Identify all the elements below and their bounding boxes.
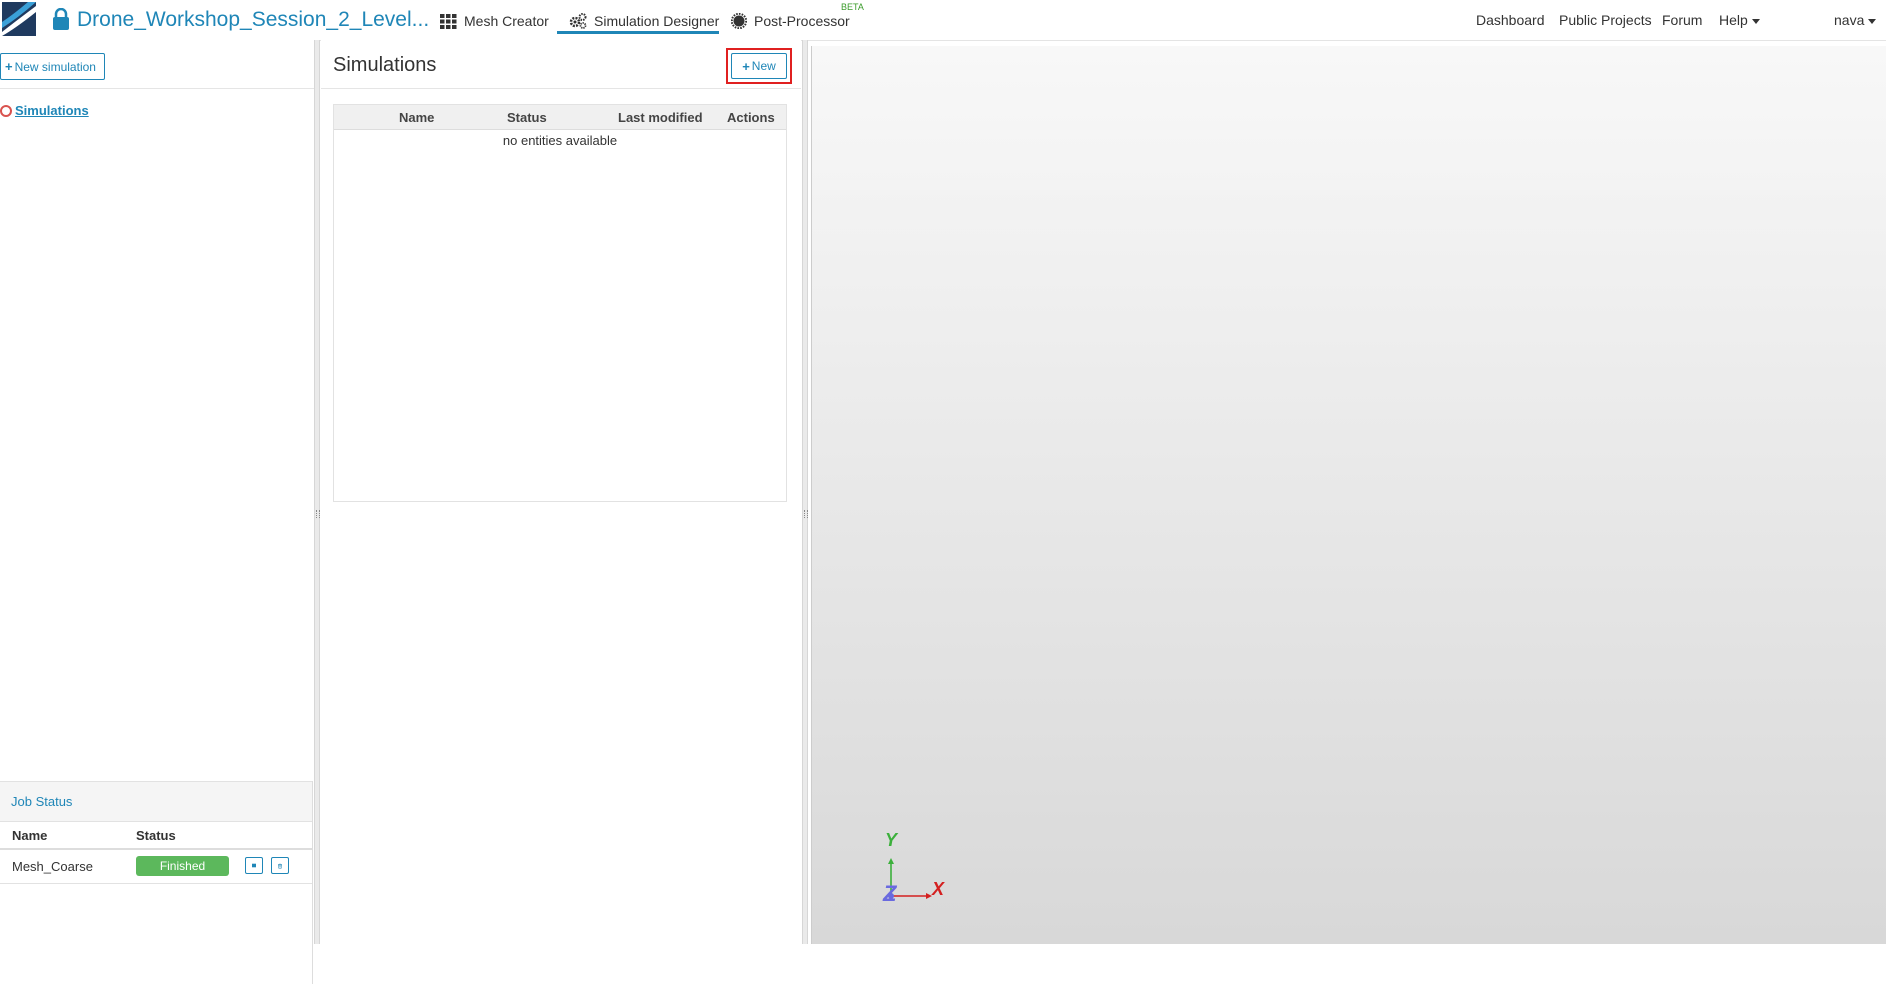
new-simulation-label: New simulation xyxy=(14,59,96,74)
page-title: Simulations xyxy=(333,54,437,76)
view-log-button[interactable] xyxy=(245,857,263,874)
left-splitter-handle[interactable] xyxy=(314,40,320,944)
job-status-table: Name Status Mesh_Coarse Finished xyxy=(0,822,312,884)
tab-mesh-creator[interactable]: Mesh Creator xyxy=(440,10,549,32)
user-name: nava xyxy=(1834,12,1865,28)
plus-icon: + xyxy=(742,58,750,74)
square-icon xyxy=(252,863,256,868)
tab-simulation-designer[interactable]: Simulation Designer xyxy=(569,10,719,32)
chevron-down-icon xyxy=(1868,18,1877,24)
user-menu-dropdown[interactable]: nava xyxy=(1834,12,1877,28)
nav-forum[interactable]: Forum xyxy=(1662,12,1702,28)
trash-icon xyxy=(278,863,282,868)
y-axis-label: Y xyxy=(885,830,899,850)
plus-icon: + xyxy=(5,59,13,74)
empty-state-text: no entities available xyxy=(502,133,618,148)
tab-simulation-designer-label: Simulation Designer xyxy=(594,13,720,29)
job-status-title[interactable]: Job Status xyxy=(0,781,312,822)
nav-public-projects[interactable]: Public Projects xyxy=(1559,12,1652,28)
column-header-status[interactable]: Status xyxy=(507,110,547,125)
tree-item-simulations[interactable]: Simulations xyxy=(0,103,89,118)
table-row: Mesh_Coarse Finished xyxy=(0,850,312,884)
tab-post-processor[interactable]: Post-Processor xyxy=(731,10,850,32)
column-header-actions: Actions xyxy=(727,110,775,125)
nav-help-dropdown[interactable]: Help xyxy=(1719,12,1760,28)
divider xyxy=(321,88,801,89)
grip-icon xyxy=(804,510,808,518)
grip-icon xyxy=(316,510,320,518)
tab-mesh-creator-label: Mesh Creator xyxy=(464,13,549,29)
simscale-logo[interactable] xyxy=(2,2,36,36)
new-simulation-button[interactable]: + New simulation xyxy=(0,53,105,80)
z-axis-label: Z xyxy=(882,881,898,906)
column-header-last-modified[interactable]: Last modified xyxy=(618,110,703,125)
simulations-table: Name Status Last modified Actions no ent… xyxy=(333,104,787,502)
column-header-status: Status xyxy=(136,828,176,843)
delete-job-button[interactable] xyxy=(271,857,289,874)
chevron-down-icon xyxy=(1751,18,1760,24)
active-tab-indicator xyxy=(557,31,719,34)
right-splitter-handle[interactable] xyxy=(802,40,808,944)
divider xyxy=(0,88,315,89)
column-header-name[interactable]: Name xyxy=(399,110,434,125)
job-table-header: Name Status xyxy=(0,822,312,850)
status-badge: Finished xyxy=(136,856,229,876)
axis-triad-icon: Y X Z xyxy=(882,830,945,906)
nav-dashboard[interactable]: Dashboard xyxy=(1476,12,1545,28)
gears-icon xyxy=(569,13,587,29)
nav-help-label: Help xyxy=(1719,12,1748,28)
tab-post-processor-label: Post-Processor xyxy=(754,13,850,29)
new-simulation-button[interactable]: + New xyxy=(731,53,787,79)
project-title[interactable]: Drone_Workshop_Session_2_Level... xyxy=(77,8,429,32)
beta-badge: BETA xyxy=(841,2,864,12)
x-axis-label: X xyxy=(931,879,945,899)
simulations-panel: Simulations + New Name Status Last modif… xyxy=(321,40,801,944)
top-navbar: Drone_Workshop_Session_2_Level... Mesh C… xyxy=(0,0,1886,41)
circle-icon xyxy=(0,104,12,117)
job-status-panel: Job Status Name Status Mesh_Coarse Finis… xyxy=(0,781,313,984)
column-header-name: Name xyxy=(12,828,48,843)
tree-item-simulations-label[interactable]: Simulations xyxy=(15,103,89,118)
job-name: Mesh_Coarse xyxy=(12,859,93,874)
table-header: Name Status Last modified Actions xyxy=(334,105,786,130)
3d-viewport[interactable] xyxy=(811,46,1886,944)
new-button-label: New xyxy=(751,59,776,73)
grid-icon xyxy=(440,13,457,29)
lock-icon xyxy=(53,8,69,30)
gear-icon xyxy=(731,13,747,29)
